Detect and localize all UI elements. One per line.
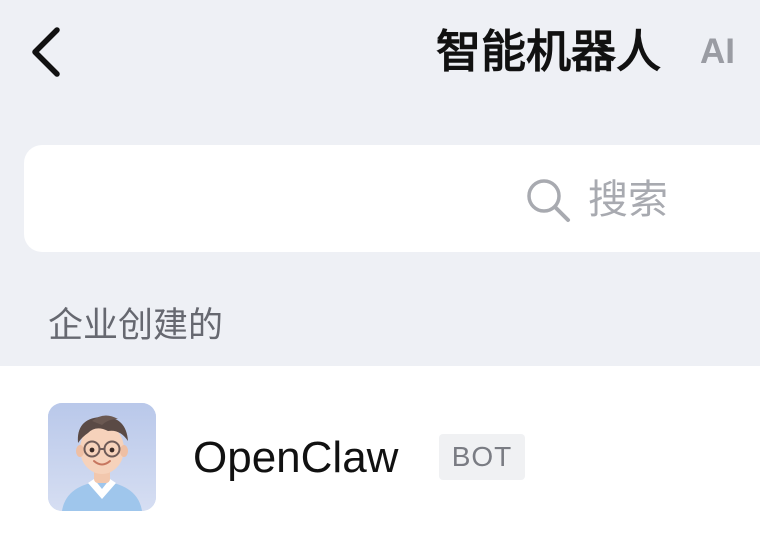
search-placeholder: 搜索: [588, 177, 668, 223]
back-button[interactable]: [22, 24, 70, 80]
avatar-image: [48, 403, 156, 511]
bot-avatar: [48, 403, 156, 511]
section-header: 企业创建的: [48, 306, 224, 346]
page-title: 智能机器人: [436, 25, 662, 78]
chevron-left-icon: [32, 27, 60, 77]
search-icon: [527, 179, 570, 222]
ai-tag[interactable]: AI: [700, 22, 735, 82]
bot-name: OpenClaw: [193, 433, 399, 482]
bot-badge: BOT: [439, 434, 525, 480]
